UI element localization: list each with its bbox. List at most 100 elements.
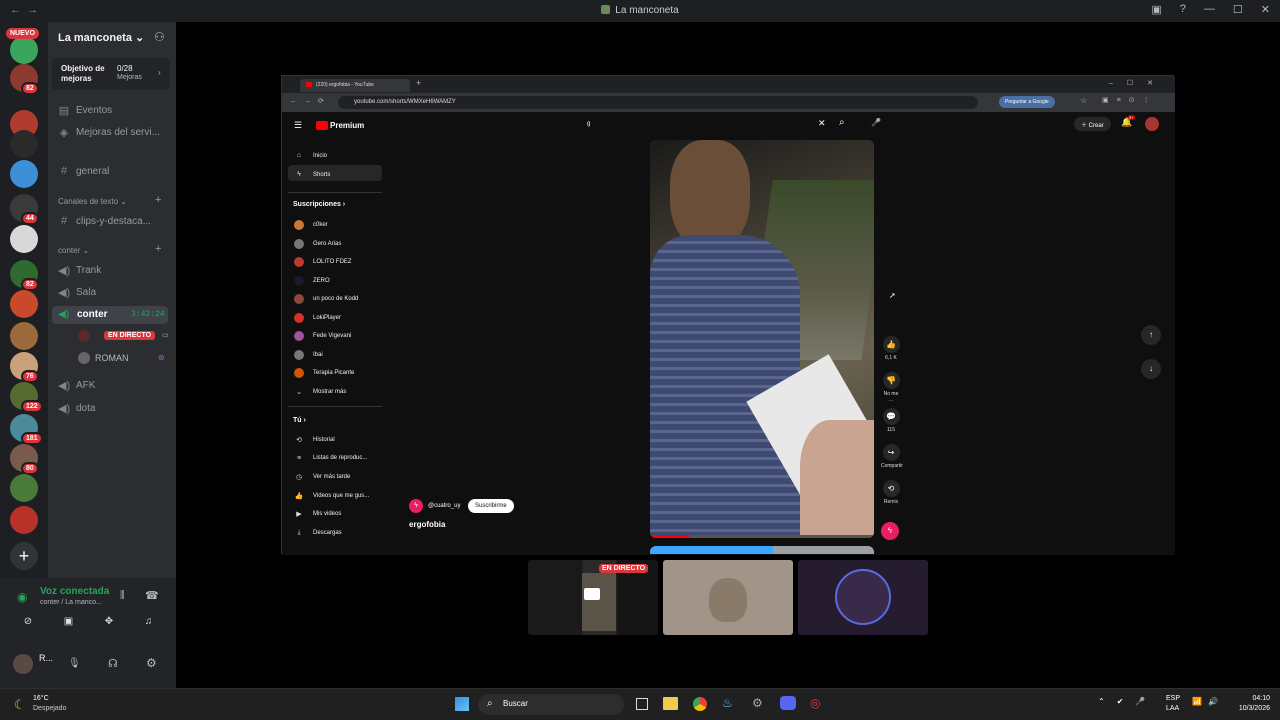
activities-icon[interactable]: ✥ [105, 616, 113, 634]
channel-general[interactable]: # general [58, 165, 109, 177]
youtube-logo-icon[interactable] [316, 121, 328, 130]
member-name[interactable]: ROMAN [95, 353, 129, 363]
like-button[interactable]: 👍 6,1 K [881, 336, 901, 361]
subscription-item[interactable]: LokiPlayer [294, 312, 341, 323]
share-button[interactable]: ↪ Compartir [881, 444, 903, 469]
stream-tile-user[interactable] [798, 560, 928, 635]
dislike-button[interactable]: 👎 No me ... [881, 372, 901, 403]
you-header[interactable]: Tú › [293, 417, 306, 424]
soundboard-icon[interactable]: ⫼ [120, 590, 125, 601]
category-conter[interactable]: conter ⌄ [58, 246, 89, 255]
server-icon[interactable] [10, 290, 38, 318]
you-item[interactable]: ⤓ Descargas [294, 529, 341, 537]
you-item[interactable]: ▶ Mis videos [294, 510, 341, 518]
voice-status[interactable]: Voz conectada [40, 586, 109, 597]
channel-boosts[interactable]: ◈ Mejoras del servi... [58, 126, 160, 139]
voice-channel-sala[interactable]: ◀) Sala [58, 286, 96, 299]
server-icon-top[interactable] [10, 36, 38, 64]
help-icon[interactable]: ? [1180, 3, 1186, 16]
subscription-item[interactable]: Gero Arias [294, 238, 341, 249]
username[interactable]: R... [39, 653, 53, 663]
clock-time[interactable]: 04:10 [1222, 695, 1270, 702]
keyboard-layout[interactable]: LAA [1166, 705, 1179, 712]
voice-channel-trank[interactable]: ◀) Trank [58, 264, 101, 277]
create-button[interactable]: ＋ Crear [1074, 117, 1111, 131]
voice-channel-afk[interactable]: ◀) AFK [58, 379, 95, 392]
stream-tile-screen[interactable]: EN DIRECTO [528, 560, 658, 635]
next-short-button[interactable]: ↓ [1141, 359, 1161, 379]
microphone-icon[interactable]: 🎤 [871, 118, 881, 127]
channel-avatar-small[interactable]: ϟ [881, 522, 899, 540]
you-item[interactable]: ◷ Ver más tarde [294, 473, 350, 481]
subscription-item[interactable]: ZERO [294, 275, 330, 286]
stream-tile-cat[interactable] [663, 560, 793, 635]
settings-gear-icon[interactable]: ⚙ [752, 696, 763, 710]
inbox-icon[interactable]: ▣ [1151, 3, 1161, 16]
extensions-icon[interactable]: ▣≡⊙⋮ [1102, 96, 1158, 104]
menu-icon[interactable]: ☰ [294, 120, 302, 131]
channel-handle[interactable]: @cuatro_uy [428, 503, 460, 509]
member-avatar[interactable] [78, 330, 90, 342]
clock-date[interactable]: 10/3/2026 [1222, 705, 1270, 712]
server-icon[interactable] [10, 130, 38, 158]
chrome-icon[interactable] [693, 697, 707, 711]
file-explorer-icon[interactable] [663, 697, 678, 710]
add-server-icon[interactable]: + [10, 542, 38, 570]
soundboard-icon[interactable]: ♫ [145, 616, 153, 634]
subscribe-button[interactable]: Suscribirme [468, 499, 514, 513]
comments-button[interactable]: 💬 115 [881, 408, 901, 433]
you-item[interactable]: ⟲ Historial [294, 436, 335, 444]
show-more[interactable]: ⌄ Mostrar más [294, 388, 346, 396]
app-icon[interactable]: ◎ [810, 696, 820, 710]
weather-temp[interactable]: 16°C [33, 695, 49, 702]
avatar[interactable] [13, 654, 33, 674]
search-bar[interactable]: ⌕ Buscar [478, 694, 624, 715]
voice-channel-dota[interactable]: ◀) dota [58, 402, 95, 415]
browser-tab[interactable]: (220) ergofobia - YouTube [300, 79, 410, 92]
subscriptions-header[interactable]: Suscripciones › [293, 201, 345, 208]
discord-icon[interactable] [780, 696, 796, 710]
nav-shorts[interactable]: ϟ Shorts [294, 171, 330, 178]
close-icon[interactable]: ✕ [1261, 3, 1270, 16]
nav-inicio[interactable]: ⌂ Inicio [294, 152, 327, 159]
voice-channel-name[interactable]: conter / La manco... [40, 599, 102, 606]
member-avatar[interactable] [78, 352, 90, 364]
video-progress[interactable] [650, 535, 874, 538]
add-member-icon[interactable]: ⚇ [154, 30, 165, 44]
boost-goal[interactable]: Objetivo de mejoras 0/28 Mejoras › [52, 58, 170, 90]
server-icon[interactable] [10, 225, 38, 253]
avatar[interactable] [1145, 117, 1159, 131]
server-icon[interactable] [10, 322, 38, 350]
subscription-item[interactable]: c0ker [294, 220, 328, 230]
add-channel-icon[interactable]: + [155, 194, 161, 206]
windows-start-icon[interactable] [455, 697, 469, 711]
previous-short-button[interactable]: ↑ [1141, 325, 1161, 345]
server-icon[interactable] [10, 506, 38, 534]
window-controls[interactable]: –☐✕ [1109, 79, 1167, 87]
disconnect-icon[interactable]: ☎ [145, 589, 159, 602]
new-tab-icon[interactable]: + [416, 78, 421, 88]
weather-text[interactable]: Despejado [33, 705, 66, 712]
camera-off-icon[interactable]: ⊘ [24, 616, 32, 634]
server-name[interactable]: La manconeta ⌄ [58, 31, 144, 44]
server-icon[interactable] [10, 160, 38, 188]
search-input[interactable]: g [582, 118, 827, 131]
voice-channel-conter[interactable]: ◀) conter 3:42:24 [52, 306, 168, 324]
minimize-icon[interactable]: — [1204, 3, 1215, 16]
subscription-item[interactable]: Terapia Picante [294, 368, 354, 378]
channel-avatar[interactable]: ϟ [409, 499, 423, 513]
network-volume-icons[interactable]: 📶🔊 [1192, 697, 1224, 706]
channel-clips[interactable]: # clips-y-destaca... [58, 215, 151, 227]
shorts-video[interactable] [650, 140, 874, 538]
server-icon[interactable] [10, 474, 38, 502]
task-view-icon[interactable] [636, 698, 648, 710]
you-item[interactable]: ≡ Listas de reproduc... [294, 455, 367, 462]
remix-button[interactable]: ⟲ Remix [881, 480, 901, 505]
screen-share-icon[interactable]: ▣ [64, 616, 73, 634]
settings-gear-icon[interactable]: ⚙ [146, 656, 157, 670]
category-text[interactable]: Canales de texto ⌄ [58, 197, 127, 206]
channel-events[interactable]: ▤ Eventos [58, 104, 112, 117]
tray-icons[interactable]: ⌃✔🎤 [1098, 697, 1157, 706]
subscription-item[interactable]: un poco de Kodd [294, 294, 358, 304]
you-item[interactable]: 👍 Videos que me gus... [294, 492, 370, 500]
